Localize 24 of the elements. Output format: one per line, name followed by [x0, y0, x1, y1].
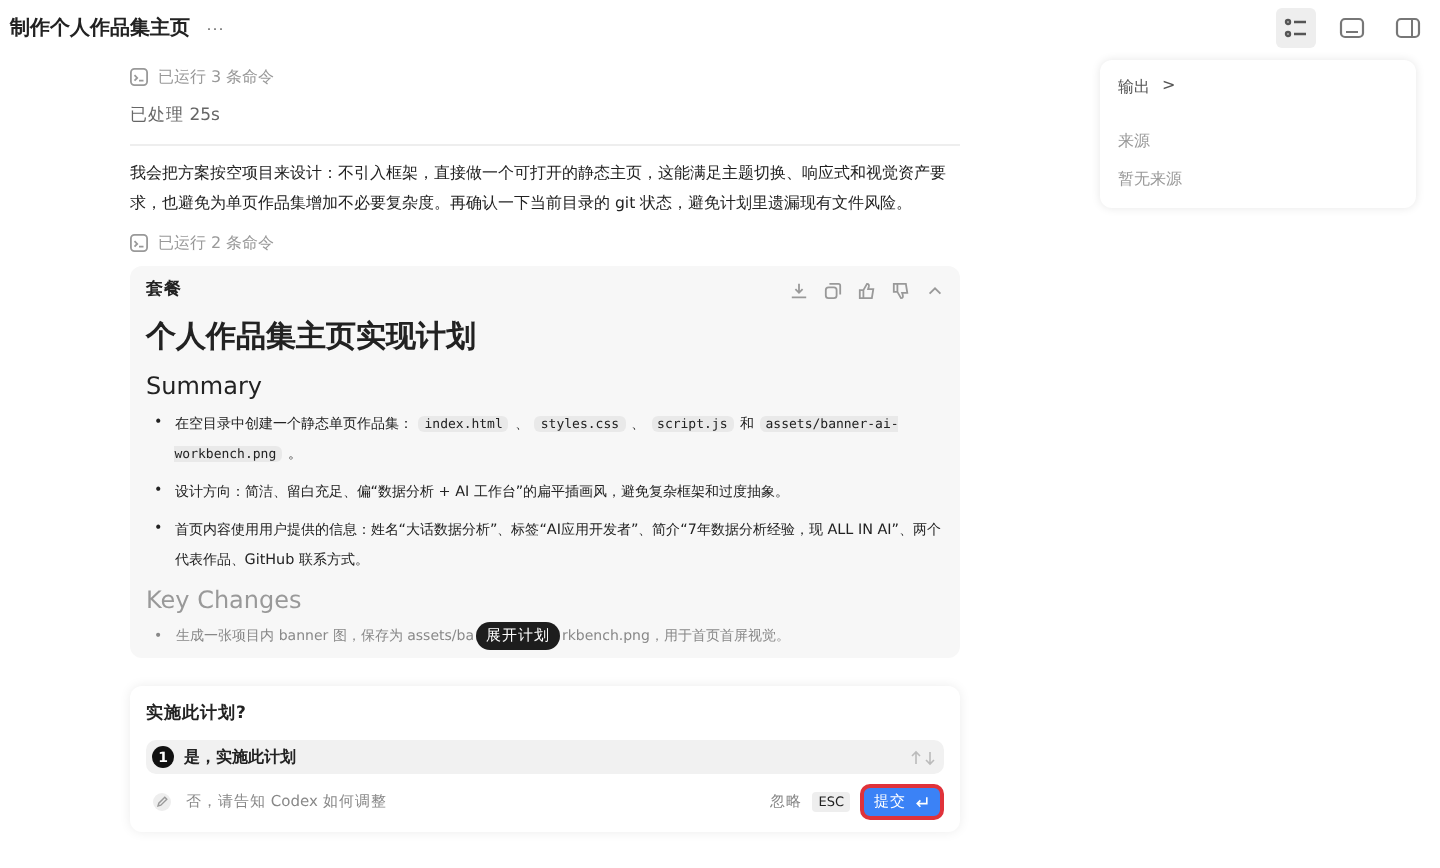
enter-icon — [914, 794, 930, 810]
sources-empty: 暂无来源 — [1118, 168, 1184, 190]
elapsed-time: 已处理 25s — [130, 96, 960, 146]
plan-label: 套餐 — [146, 278, 182, 302]
thumbs-down-icon[interactable] — [892, 281, 910, 299]
plan-title: 个人作品集主页实现计划 — [146, 318, 478, 356]
section-heading: Summary — [146, 372, 264, 400]
section-heading: Key Changes — [146, 586, 304, 614]
terminal-icon — [130, 67, 148, 85]
question-title: 实施此计划? — [146, 702, 248, 726]
command-log[interactable]: 已运行 2 条命令 — [158, 231, 275, 253]
up-down-arrows-icon — [910, 749, 938, 765]
output-link[interactable]: 输出 — [1118, 76, 1150, 98]
command-log[interactable]: 已运行 3 条命令 — [158, 65, 275, 87]
copy-icon[interactable] — [824, 281, 842, 299]
thumbs-up-icon[interactable] — [858, 281, 876, 299]
download-icon[interactable] — [790, 281, 808, 299]
caret-icon: > — [1162, 76, 1176, 98]
list-icon[interactable] — [1276, 8, 1316, 48]
terminal-icon — [130, 233, 148, 251]
pencil-icon — [152, 792, 172, 812]
sources-title: 来源 — [1118, 130, 1152, 152]
more-button[interactable]: ··· — [206, 18, 224, 38]
window-title: 制作个人作品集主页 — [10, 14, 190, 42]
